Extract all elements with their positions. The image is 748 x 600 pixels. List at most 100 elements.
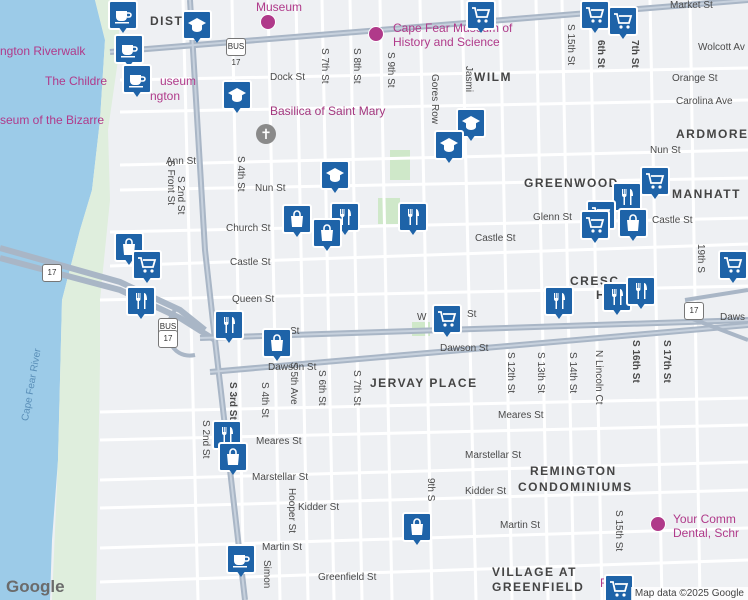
poi-dental[interactable]: Your Comm: [673, 512, 736, 526]
food-marker-icon[interactable]: [544, 286, 574, 319]
cart-marker-icon[interactable]: [608, 6, 638, 39]
street-2nd: S 2nd St: [175, 176, 186, 215]
poi-cape-fear-museum-line2[interactable]: History and Science: [393, 35, 500, 49]
food-marker-icon[interactable]: [398, 202, 428, 235]
street-kidder: Kidder St: [298, 502, 340, 513]
map-attribution: Map data ©2025 Google: [630, 587, 748, 600]
street-castle-3: Castle St: [652, 215, 693, 226]
route-shield-bus-17: BUS 17: [226, 38, 246, 67]
poi-childrens-museum-3[interactable]: ngton: [150, 89, 180, 103]
route-shield-17-2: 17: [684, 302, 704, 320]
street-glenn: Glenn St: [533, 212, 572, 223]
street-19th: 19th S: [695, 244, 706, 273]
coffee-marker-icon[interactable]: [226, 544, 256, 577]
cart-marker-icon[interactable]: [580, 210, 610, 243]
street-martin-2: Martin St: [500, 520, 541, 531]
food-marker-icon[interactable]: [214, 310, 244, 343]
school-marker-icon[interactable]: [182, 10, 212, 43]
neighborhood-remington: REMINGTON: [530, 464, 617, 478]
street-market: Market St: [670, 0, 713, 11]
school-marker-icon[interactable]: [320, 160, 350, 193]
street-3rd: S 3rd St: [227, 382, 238, 420]
cart-marker-icon[interactable]: [718, 250, 748, 283]
street-nun-2: Nun St: [650, 145, 681, 156]
neighborhood-wilm: WILM: [474, 70, 512, 84]
street-nun: Nun St: [255, 183, 286, 194]
church-icon[interactable]: ✝: [256, 124, 276, 144]
bag-marker-icon[interactable]: [282, 204, 312, 237]
route-shield-17-3: 17: [158, 330, 178, 348]
neighborhood-manhattan: MANHATT: [672, 187, 741, 201]
street-13th: S 13th St: [535, 352, 546, 394]
street-greenfield: Greenfield St: [318, 572, 377, 583]
street-14th: S 14th St: [567, 352, 578, 394]
street-wooster: W: [417, 312, 427, 323]
neighborhood-village-at: VILLAGE AT: [492, 565, 577, 579]
street-15th: S 15th St: [565, 24, 576, 66]
poi-childrens-museum-2[interactable]: useum: [160, 74, 196, 88]
street-5th-ave: S 5th Ave: [288, 362, 299, 405]
poi-riverwalk[interactable]: ngton Riverwalk: [0, 44, 85, 58]
street-castle-2: Castle St: [475, 233, 516, 244]
street-15th-2: S 15th St: [613, 510, 624, 552]
cart-marker-icon[interactable]: [640, 166, 670, 199]
street-wolcott: Wolcott Av: [698, 42, 745, 53]
neighborhood-greenfield: GREENFIELD: [492, 580, 585, 594]
neighborhood-jervay-place: JERVAY PLACE: [370, 376, 478, 390]
street-4th-2: S 4th St: [259, 382, 270, 418]
park-1: [390, 150, 410, 180]
poi-childrens-museum[interactable]: The Childre: [45, 74, 107, 88]
neighborhood-greenwood: GREENWOOD: [524, 176, 619, 190]
street-orange: Orange St: [672, 73, 718, 84]
food-marker-icon[interactable]: [626, 276, 656, 309]
street-4th: S 4th St: [235, 156, 246, 192]
cart-marker-icon[interactable]: [604, 574, 634, 600]
street-6th: S 6th St: [316, 370, 327, 406]
street-7th-2: S 7th St: [351, 370, 362, 406]
coffee-marker-icon[interactable]: [114, 34, 144, 67]
neighborhood-condominiums: CONDOMINIUMS: [518, 480, 633, 494]
bag-marker-icon[interactable]: [402, 512, 432, 545]
street-wooster-2: St: [467, 309, 477, 320]
coffee-marker-icon[interactable]: [122, 64, 152, 97]
bag-marker-icon[interactable]: [312, 218, 342, 251]
street-meares-2: Meares St: [498, 410, 544, 421]
street-carolina: Carolina Ave: [676, 96, 733, 107]
dental-marker[interactable]: [650, 516, 666, 532]
street-9th: S 9th St: [385, 52, 396, 88]
google-logo: Google: [6, 577, 65, 596]
bag-marker-icon[interactable]: [262, 328, 292, 361]
bag-marker-icon[interactable]: [218, 442, 248, 475]
street-meares: Meares St: [256, 436, 302, 447]
school-marker-icon[interactable]: [222, 80, 252, 113]
school-marker-icon[interactable]: [434, 130, 464, 163]
cart-marker-icon[interactable]: [132, 250, 162, 283]
street-dock: Dock St: [270, 72, 306, 83]
cart-marker-icon[interactable]: [432, 304, 462, 337]
street-12th: S 12th St: [505, 352, 516, 394]
street-hooper: Hooper St: [286, 488, 297, 534]
museum-marker-2[interactable]: [260, 14, 276, 30]
street-8th: S 8th St: [351, 48, 362, 84]
museum-marker[interactable]: [368, 26, 384, 42]
street-marstellar: Marstellar St: [252, 472, 309, 483]
poi-basilica[interactable]: Basilica of Saint Mary: [270, 104, 385, 118]
route-shield-17: 17: [42, 264, 62, 282]
poi-museum[interactable]: Museum: [256, 0, 302, 14]
bag-marker-icon[interactable]: [618, 208, 648, 241]
street-gores-row: Gores Row: [429, 74, 440, 125]
poi-dental-2[interactable]: Dental, Schr: [673, 526, 739, 540]
street-martin: Martin St: [262, 542, 303, 553]
food-marker-icon[interactable]: [126, 286, 156, 319]
street-castle: Castle St: [230, 257, 271, 268]
street-7th: S 7th St: [319, 48, 330, 84]
street-simon: Simon: [261, 560, 272, 589]
coffee-marker-icon[interactable]: [108, 0, 138, 33]
street-2nd-2: S 2nd St: [200, 420, 211, 459]
street-jasmine: Jasmi: [463, 66, 474, 93]
cart-marker-icon[interactable]: [580, 0, 610, 33]
street-lincoln: N Lincoln Ct: [593, 350, 604, 405]
poi-museum-bizarre[interactable]: seum of the Bizarre: [0, 113, 104, 127]
cart-marker-icon[interactable]: [466, 0, 496, 33]
map-canvas[interactable]: WILM ARDMORE GREENWOOD MANHATT CRESC HEI…: [0, 0, 748, 600]
